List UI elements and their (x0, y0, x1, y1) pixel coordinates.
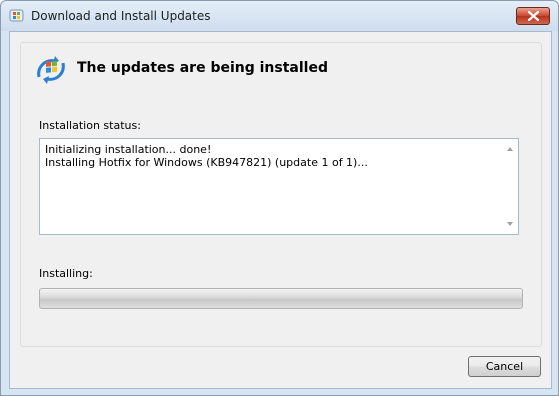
cancel-button[interactable]: Cancel (468, 356, 541, 377)
title-bar[interactable]: Download and Install Updates (1, 1, 558, 31)
windows-update-logo-icon (35, 53, 67, 85)
installing-label: Installing: (39, 267, 93, 280)
window-title: Download and Install Updates (31, 9, 211, 23)
dialog-client-area: The updates are being installed Installa… (9, 31, 552, 389)
dialog-window: Download and Install Updates The updates… (0, 0, 559, 396)
windows-update-icon (9, 8, 25, 24)
install-progress-bar (39, 288, 523, 309)
scroll-up-arrow-icon[interactable] (507, 147, 513, 151)
scroll-down-arrow-icon[interactable] (507, 222, 513, 226)
installation-status-textbox[interactable]: Initializing installation... done! Insta… (39, 138, 519, 235)
installation-status-text: Initializing installation... done! Insta… (45, 143, 368, 169)
vertical-scrollbar[interactable] (503, 139, 518, 234)
installation-status-label: Installation status: (39, 119, 141, 132)
close-button[interactable] (516, 7, 550, 25)
close-icon (528, 11, 539, 21)
page-heading: The updates are being installed (77, 60, 328, 76)
content-panel: The updates are being installed Installa… (20, 42, 542, 347)
